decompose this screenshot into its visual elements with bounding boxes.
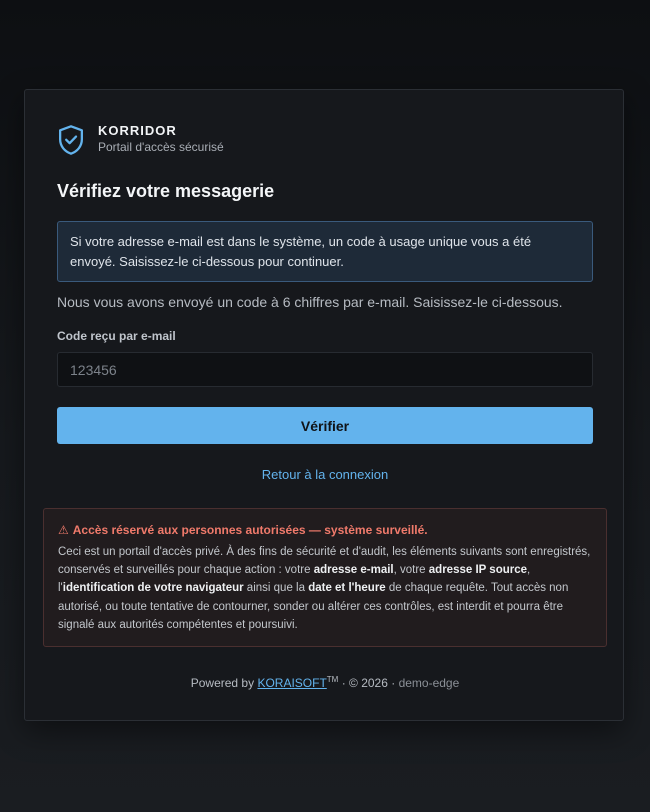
- warning-body: Ceci est un portail d'accès privé. À des…: [58, 543, 592, 634]
- code-field-label: Code reçu par e-mail: [57, 329, 176, 343]
- brand-name: KORRIDOR: [98, 123, 177, 138]
- shield-check-icon: [58, 125, 83, 155]
- login-card: KORRIDOR Portail d'accès sécurisé Vérifi…: [24, 89, 624, 721]
- footer: Powered by KORAISOFTTM · © 2026 · demo-e…: [25, 675, 625, 690]
- verify-button[interactable]: Vérifier: [57, 407, 593, 444]
- warning-email-term: adresse e-mail: [313, 564, 394, 577]
- brand-text: KORRIDOR Portail d'accès sécurisé: [98, 122, 224, 155]
- warning-browser-term: identification de votre navigateur: [62, 582, 244, 595]
- brand-subtitle: Portail d'accès sécurisé: [98, 140, 224, 154]
- warning-sep-1: , votre: [393, 564, 429, 577]
- warning-title: Accès réservé aux personnes autorisées —…: [72, 523, 428, 537]
- trademark-mark: TM: [326, 675, 339, 684]
- security-warning-panel: ⚠ Accès réservé aux personnes autorisées…: [43, 508, 607, 647]
- page-title: Vérifiez votre messagerie: [57, 181, 275, 201]
- warning-datetime-term: date et l'heure: [308, 582, 386, 595]
- instance-name: demo-edge: [398, 676, 460, 690]
- code-input[interactable]: [57, 352, 593, 387]
- brand-header: KORRIDOR Portail d'accès sécurisé: [57, 122, 224, 156]
- warning-title-row: ⚠ Accès réservé aux personnes autorisées…: [58, 522, 592, 538]
- footer-powered-by: Powered by: [190, 676, 255, 690]
- warning-ip-term: adresse IP source: [428, 564, 528, 577]
- warning-triangle-icon: ⚠: [58, 523, 69, 537]
- footer-copyright: · © 2026 ·: [341, 676, 396, 690]
- back-to-login-link[interactable]: Retour à la connexion: [25, 467, 625, 482]
- instruction-text: Nous vous avons envoyé un code à 6 chiff…: [57, 294, 563, 310]
- info-message: Si votre adresse e-mail est dans le syst…: [57, 221, 593, 282]
- warning-sep-3: ainsi que la: [243, 582, 309, 595]
- vendor-link[interactable]: KORAISOFT: [257, 676, 326, 690]
